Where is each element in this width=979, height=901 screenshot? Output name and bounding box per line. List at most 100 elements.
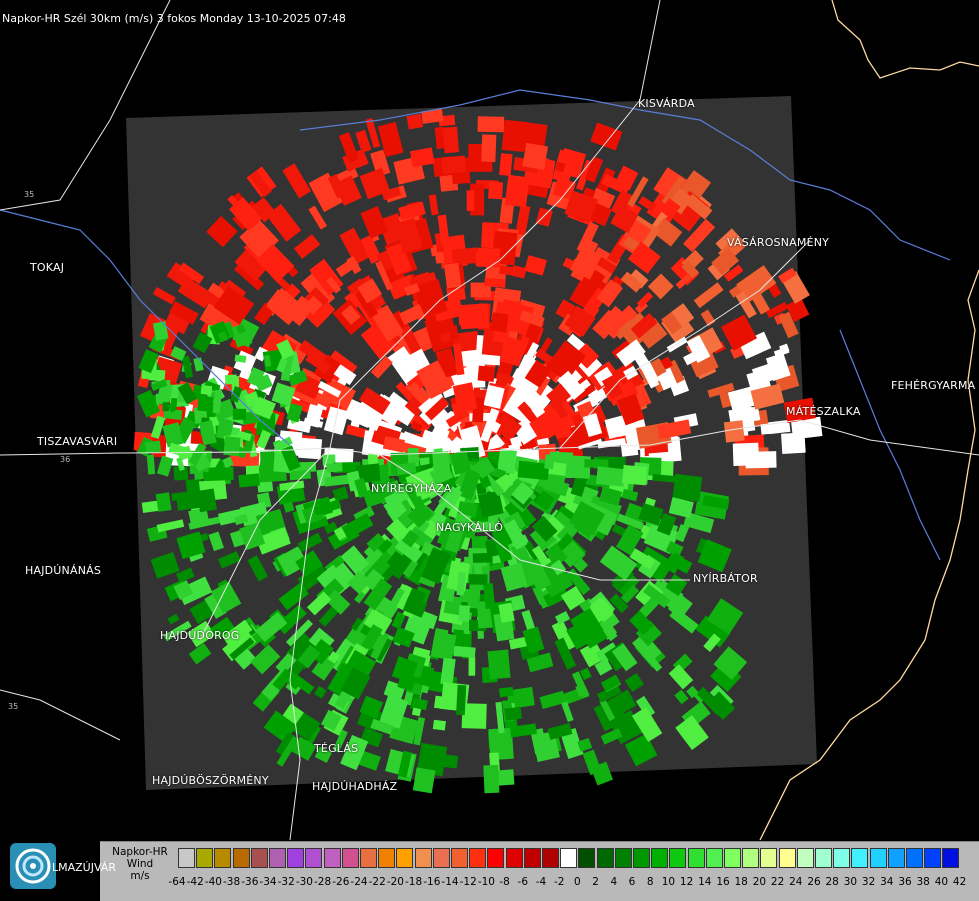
radar-echo bbox=[442, 126, 460, 154]
radar-echo bbox=[141, 394, 157, 403]
radar-echo bbox=[196, 488, 217, 513]
radar-echo bbox=[170, 397, 178, 411]
legend-swatch bbox=[323, 848, 341, 868]
radar-echo bbox=[481, 134, 497, 163]
legend-swatch bbox=[560, 848, 578, 868]
radar-echo bbox=[584, 459, 609, 468]
legend-swatch bbox=[414, 848, 432, 868]
radar-echo bbox=[468, 657, 476, 676]
legend-swatch bbox=[196, 848, 214, 868]
city-label-tiszavasvari: TISZAVASVÁRI bbox=[37, 435, 118, 448]
city-label-mateszalka: MÁTÉSZALKA bbox=[786, 405, 861, 418]
legend-tick-label: 20 bbox=[752, 876, 767, 888]
city-label-hajdunanas: HAJDÚNÁNÁS bbox=[25, 564, 102, 577]
radar-echo bbox=[477, 116, 505, 133]
city-label-nagykallo: NAGYKÁLLÓ bbox=[436, 521, 504, 534]
legend-tick-label: -30 bbox=[295, 876, 313, 888]
legend-tick-label: -12 bbox=[459, 876, 477, 888]
legend-tick-label: 12 bbox=[679, 876, 694, 888]
legend-swatch bbox=[669, 848, 687, 868]
radar-echo bbox=[412, 767, 436, 794]
legend-swatch bbox=[378, 848, 396, 868]
legend-tick-label: -22 bbox=[368, 876, 386, 888]
radar-echo bbox=[197, 395, 214, 412]
radar-echo bbox=[326, 462, 343, 473]
legend-swatch bbox=[232, 848, 250, 868]
legend-tick-label: 36 bbox=[898, 876, 912, 888]
legend-tick-label: -18 bbox=[405, 876, 423, 888]
radar-echo bbox=[472, 552, 493, 563]
legend-tick-label: -38 bbox=[223, 876, 241, 888]
legend-tick-label: 42 bbox=[952, 876, 967, 888]
legend-swatch bbox=[705, 848, 723, 868]
radar-echo bbox=[155, 492, 172, 512]
legend-tick-label: -24 bbox=[350, 876, 368, 888]
radar-echo bbox=[622, 464, 648, 486]
legend-tick-label: 8 bbox=[646, 876, 654, 888]
map-title: Napkor-HR Szél 30km (m/s) 3 fokos Monday… bbox=[2, 12, 346, 25]
radar-map bbox=[0, 0, 979, 900]
city-label-fehergyarmat: FEHÉRGYARMA bbox=[891, 379, 976, 392]
legend-tick-label: 2 bbox=[592, 876, 599, 888]
legend-tick-label: -40 bbox=[204, 876, 222, 888]
legend-tick-label: 14 bbox=[698, 876, 712, 888]
legend-swatch bbox=[432, 848, 450, 868]
legend-tick-label: -10 bbox=[477, 876, 495, 888]
legend-swatch bbox=[778, 848, 796, 868]
legend-tick-label: -28 bbox=[314, 876, 332, 888]
legend-swatch bbox=[924, 848, 942, 868]
radar-echo bbox=[224, 374, 238, 385]
legend-tick-label: -32 bbox=[277, 876, 295, 888]
radar-echo bbox=[483, 764, 500, 794]
legend-swatch bbox=[815, 848, 832, 868]
legend-swatch bbox=[269, 848, 286, 868]
legend-tick-label: 16 bbox=[716, 876, 730, 888]
city-label-hajduboszormeny: HAJDÚBÖSZÖRMÉNY bbox=[152, 774, 269, 787]
radar-echo bbox=[488, 181, 504, 200]
route-number: 35 bbox=[8, 702, 19, 711]
radar-echo bbox=[499, 153, 513, 177]
legend-swatch bbox=[523, 848, 541, 868]
radar-echo bbox=[453, 645, 476, 658]
legend-swatch bbox=[341, 848, 359, 868]
legend-tick-label: 26 bbox=[807, 876, 821, 888]
legend-swatch bbox=[178, 848, 195, 868]
radar-echo bbox=[745, 451, 777, 469]
radar-echo bbox=[223, 436, 241, 457]
city-label-balmazujvaros: LMAZÚJVÁR bbox=[52, 861, 116, 874]
legend-swatch bbox=[833, 848, 851, 868]
radar-echo bbox=[522, 142, 549, 170]
legend-swatch bbox=[760, 848, 778, 868]
legend-tick-label: 30 bbox=[843, 876, 858, 888]
legend-swatch bbox=[687, 848, 705, 868]
radar-echo bbox=[456, 684, 467, 716]
legend-tick-label: -16 bbox=[423, 876, 441, 888]
city-label-hajduhadhaz: HAJDÚHADHÁZ bbox=[312, 780, 398, 793]
city-label-tokaj: TOKAJ bbox=[30, 261, 65, 274]
legend-swatch bbox=[633, 848, 650, 868]
radar-echo bbox=[466, 190, 475, 211]
legend-swatch bbox=[469, 848, 487, 868]
radar-echo bbox=[595, 466, 626, 487]
legend-tick-label: 18 bbox=[734, 876, 748, 888]
radar-echo bbox=[232, 408, 247, 420]
legend-tick-label: -26 bbox=[332, 876, 350, 888]
legend-swatch bbox=[214, 848, 232, 868]
radar-echo bbox=[487, 649, 511, 680]
legend-tick-label: 34 bbox=[880, 876, 894, 888]
legend-swatch bbox=[505, 848, 523, 868]
city-label-nyiregyhaza: NYÍREGYHÁZA bbox=[371, 482, 452, 495]
radar-echo bbox=[458, 605, 471, 622]
legend-swatch bbox=[542, 848, 559, 868]
radar-echo bbox=[475, 250, 492, 267]
radar-echo bbox=[477, 365, 496, 382]
legend-tick-label: -42 bbox=[186, 876, 204, 888]
legend-swatch bbox=[487, 848, 505, 868]
legend-swatch bbox=[451, 848, 468, 868]
legend-tick-label: 6 bbox=[628, 876, 636, 888]
legend-tick-label: -4 bbox=[535, 876, 547, 888]
legend-swatch bbox=[724, 848, 741, 868]
legend-swatch bbox=[396, 848, 414, 868]
legend-swatch bbox=[287, 848, 305, 868]
legend-swatch bbox=[250, 848, 268, 868]
